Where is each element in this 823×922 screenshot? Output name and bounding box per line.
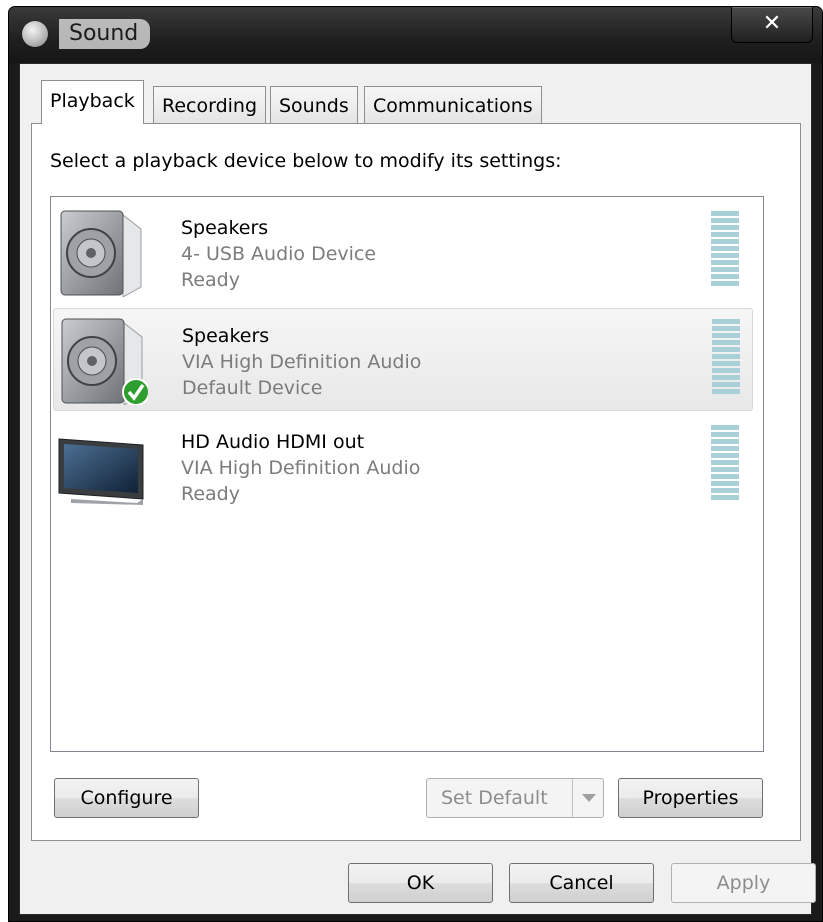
device-description: VIA High Definition Audio: [182, 351, 422, 373]
sound-app-icon: [22, 21, 48, 47]
chevron-down-icon[interactable]: [572, 779, 603, 817]
device-status: Ready: [181, 269, 240, 291]
dialog-body: Playback Recording Sounds Communications…: [19, 63, 816, 915]
monitor-icon: [58, 438, 144, 505]
volume-level-meter: [711, 425, 739, 505]
device-description: VIA High Definition Audio: [181, 457, 421, 479]
default-checkmark-icon: [122, 378, 148, 405]
close-button[interactable]: ✕: [731, 7, 813, 43]
device-item-via-speakers[interactable]: Speakers VIA High Definition Audio Defau…: [53, 308, 753, 411]
speaker-icon: [61, 318, 148, 405]
device-item-usb-speakers[interactable]: Speakers 4- USB Audio Device Ready: [53, 201, 753, 304]
volume-level-meter: [712, 319, 740, 399]
device-name: HD Audio HDMI out: [181, 431, 365, 453]
playback-device-list[interactable]: Speakers 4- USB Audio Device Ready Speak…: [50, 196, 764, 752]
set-default-split-button[interactable]: Set Default: [426, 778, 604, 818]
device-status: Ready: [181, 483, 240, 505]
speaker-icon: [60, 210, 142, 297]
device-description: 4- USB Audio Device: [181, 243, 377, 265]
cancel-button[interactable]: Cancel: [509, 863, 654, 903]
sound-dialog-window: Sound ✕ Playback Recording Sounds Commun…: [8, 6, 823, 922]
set-default-label: Set Default: [441, 787, 548, 809]
device-name: Speakers: [181, 217, 269, 239]
volume-level-meter: [711, 211, 739, 291]
device-status: Default Device: [182, 377, 323, 399]
device-name: Speakers: [182, 325, 270, 347]
window-title: Sound: [59, 19, 151, 49]
tab-playback[interactable]: Playback: [41, 80, 144, 124]
tab-recording[interactable]: Recording: [153, 86, 267, 124]
tab-communications[interactable]: Communications: [364, 86, 542, 124]
title-bar[interactable]: Sound ✕: [9, 7, 822, 63]
instruction-text: Select a playback device below to modify…: [50, 150, 562, 172]
ok-button[interactable]: OK: [348, 863, 493, 903]
properties-button[interactable]: Properties: [618, 778, 763, 818]
playback-tab-panel: Select a playback device below to modify…: [31, 123, 801, 841]
configure-button[interactable]: Configure: [54, 778, 199, 818]
apply-button[interactable]: Apply: [671, 863, 816, 903]
tab-sounds[interactable]: Sounds: [270, 86, 358, 124]
device-item-hdmi-out[interactable]: HD Audio HDMI out VIA High Definition Au…: [53, 415, 753, 518]
